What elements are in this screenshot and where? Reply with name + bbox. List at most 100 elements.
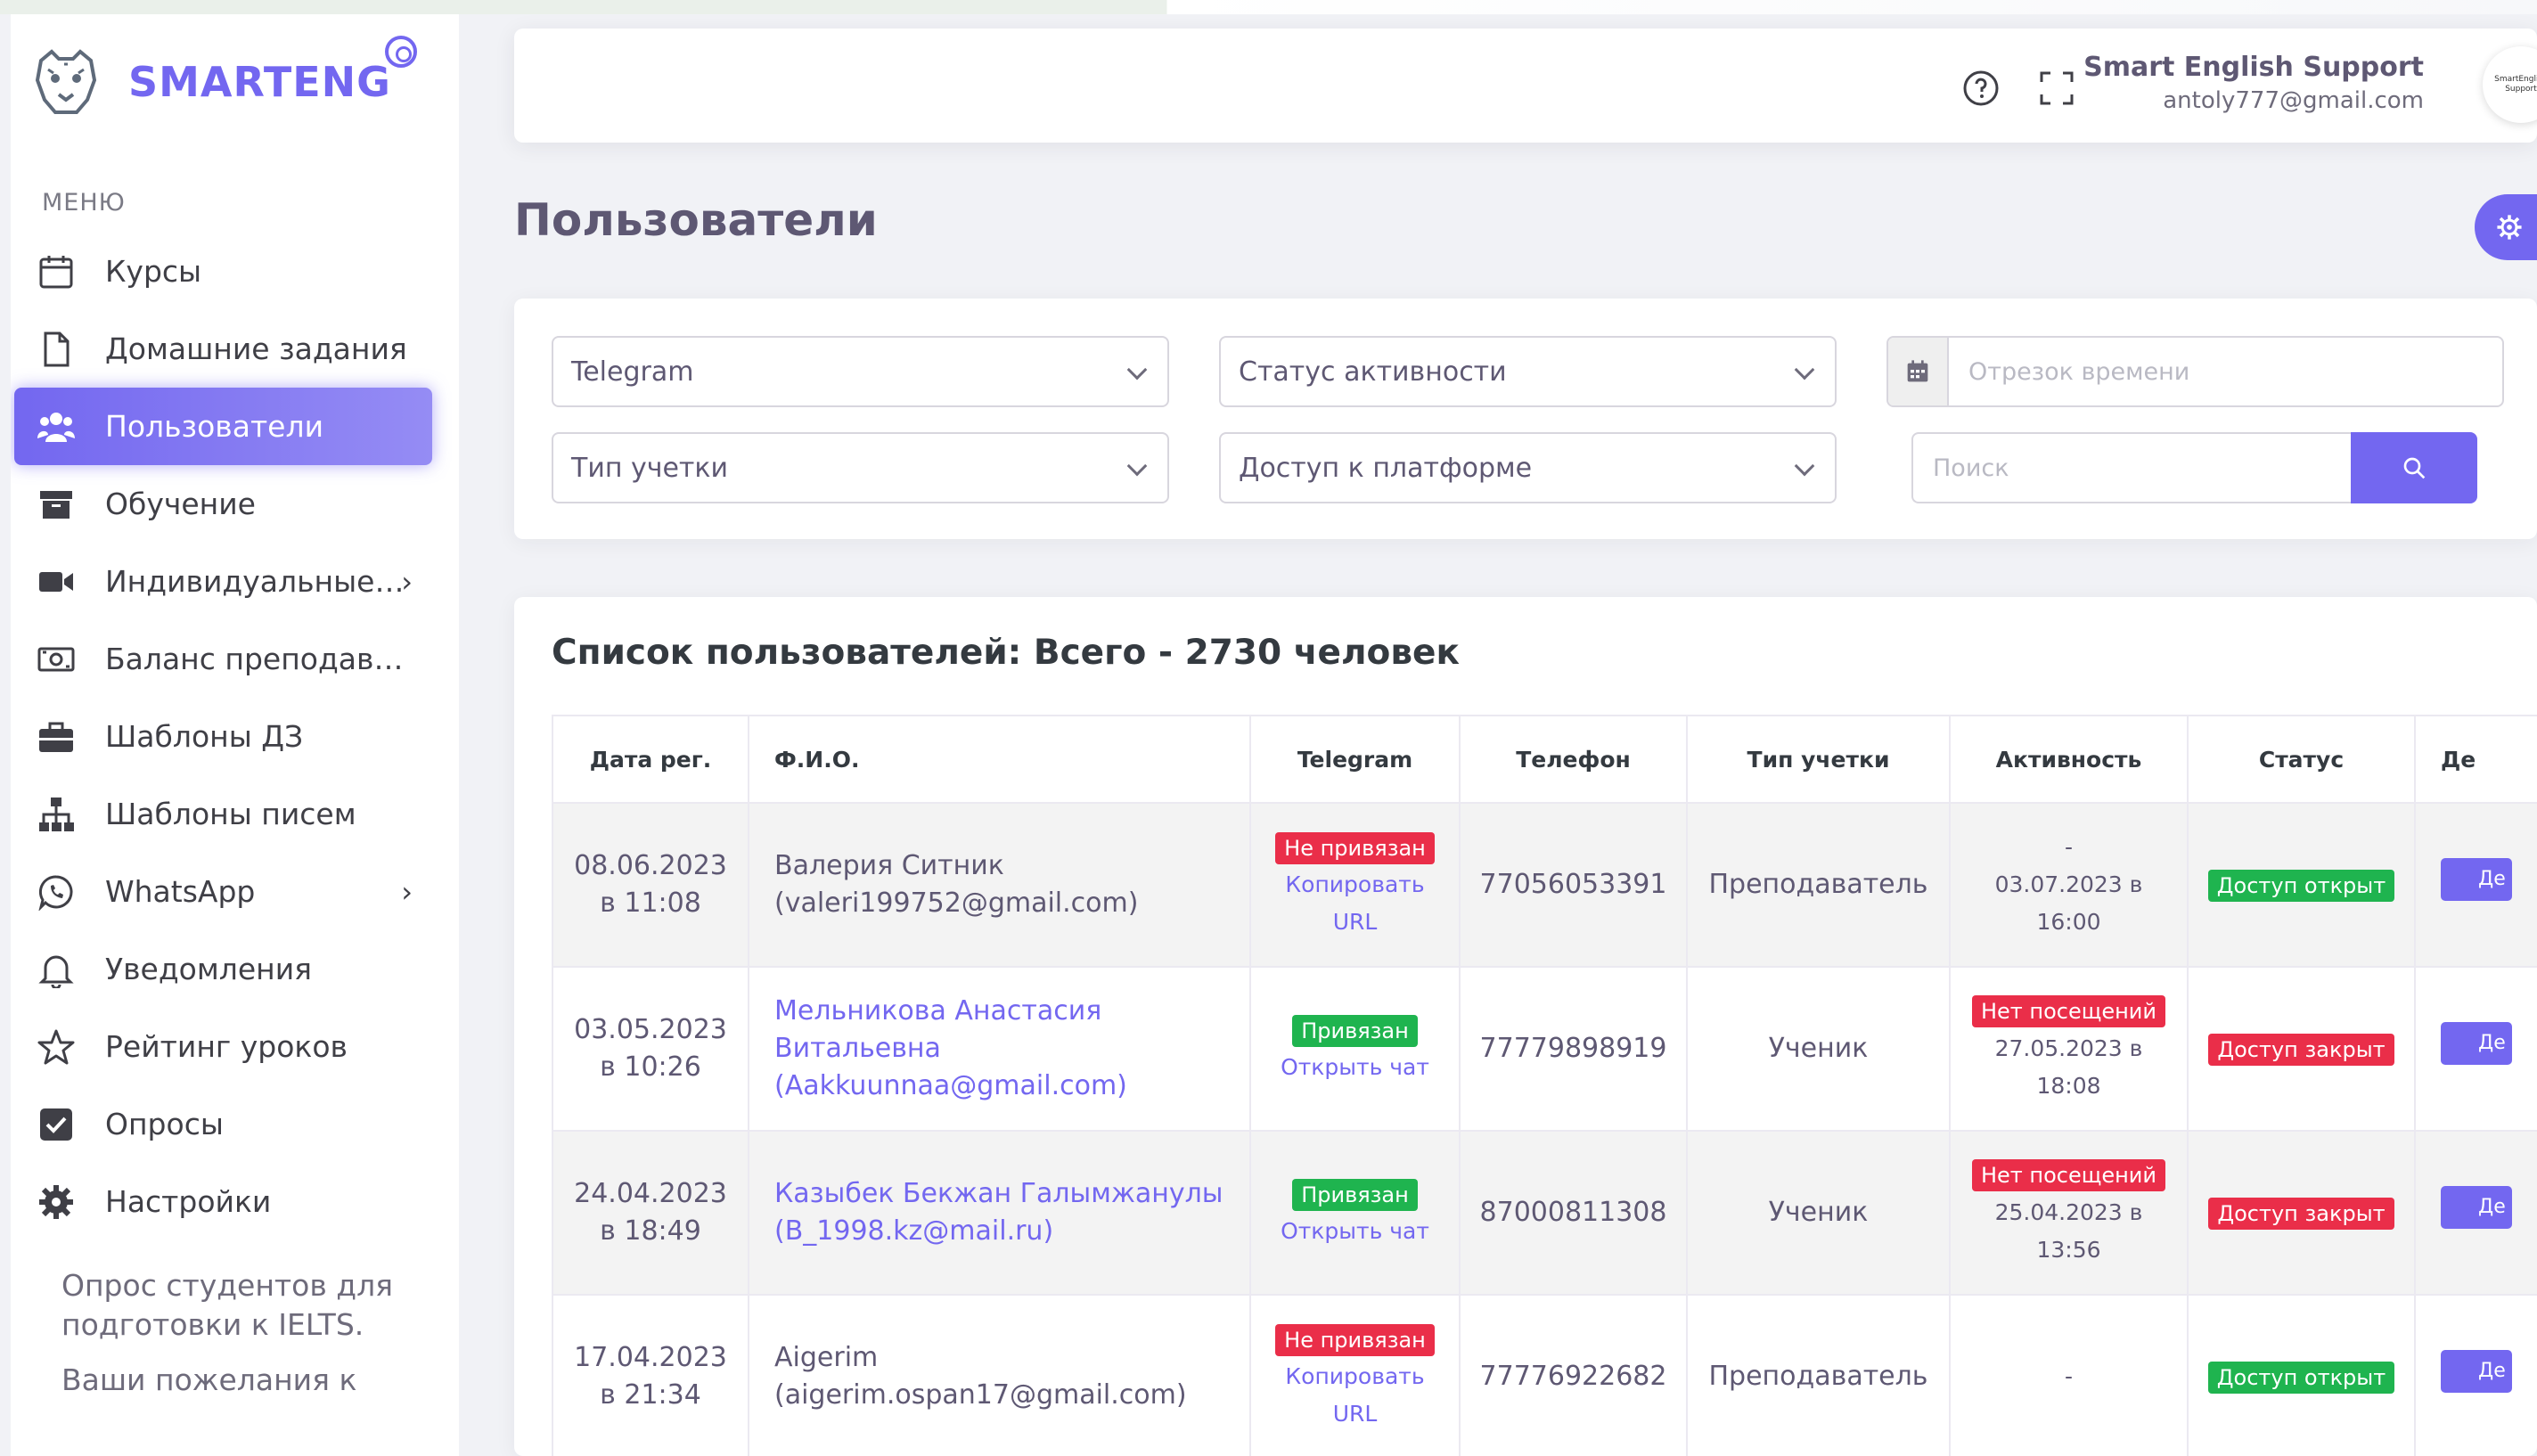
- sidebar-item-whatsapp[interactable]: WhatsApp ›: [11, 853, 459, 930]
- file-icon: [44, 331, 70, 366]
- select-value: Telegram: [571, 356, 694, 388]
- sidebar-item-homework[interactable]: Домашние задания: [11, 310, 459, 388]
- table-header-row: Дата рег. Ф.И.О. Telegram Телефон Тип уч…: [552, 715, 2537, 804]
- help-icon[interactable]: [1962, 70, 2000, 107]
- no-visits-badge: Нет посещений: [1971, 1159, 2165, 1191]
- user-fullname[interactable]: Мельникова Анастасия: [774, 993, 1249, 1030]
- sidebar-item-users[interactable]: Пользователи: [14, 388, 432, 465]
- sidebar-item-notifications[interactable]: Уведомления: [11, 930, 459, 1008]
- sidebar-toggle-icon[interactable]: [385, 36, 417, 68]
- reg-date: 24.04.2023: [574, 1178, 727, 1209]
- sidebar-item-label: Опросы: [105, 1107, 224, 1141]
- user-email[interactable]: (Aakkuunnaa@gmail.com): [774, 1067, 1249, 1105]
- users-icon: [37, 412, 75, 442]
- copy-url-link[interactable]: Копировать URL: [1251, 866, 1459, 941]
- sidebar: SMARTENG МЕНЮ Курсы Домашние задания Пол…: [11, 14, 459, 1456]
- user-fullname[interactable]: Казыбек Бекжан Галымжанулы: [774, 1175, 1249, 1213]
- telegram-cell: Привязан Открыть чат: [1249, 966, 1461, 1132]
- detail-button[interactable]: Де: [2441, 1022, 2512, 1065]
- activity-time: 18:08: [2036, 1073, 2101, 1099]
- copy-url-link[interactable]: Копировать URL: [1251, 1358, 1459, 1433]
- video-icon: [39, 571, 73, 592]
- link-line: URL: [1332, 1401, 1378, 1427]
- fullscreen-icon[interactable]: [2038, 70, 2075, 107]
- activity-cell: -: [1949, 1294, 2189, 1456]
- name-cell[interactable]: Мельникова Анастасия Витальевна (Aakkuunna…: [748, 966, 1251, 1132]
- sidebar-item-surveys[interactable]: Опросы: [11, 1085, 459, 1163]
- open-chat-link[interactable]: Открыть чат: [1251, 1049, 1459, 1086]
- customizer-button[interactable]: [2475, 194, 2537, 260]
- column-header-activity[interactable]: Активность: [1949, 715, 2189, 804]
- table-row: 08.06.2023 в 11:08 Валерия Ситник (valeri1…: [552, 802, 2537, 968]
- open-chat-link[interactable]: Открыть чат: [1251, 1213, 1459, 1250]
- page-title: Пользователи: [514, 194, 878, 246]
- column-header-status[interactable]: Статус: [2187, 715, 2416, 804]
- telegram-status-badge: Привязан: [1292, 1179, 1418, 1211]
- reg-time: в 18:49: [600, 1215, 701, 1247]
- sidebar-item-settings[interactable]: Настройки: [11, 1163, 459, 1240]
- reg-time: в 11:08: [600, 888, 701, 919]
- search-button[interactable]: [2351, 432, 2477, 503]
- link-line: URL: [1332, 909, 1378, 935]
- date-range-field[interactable]: Отрезок времени: [1886, 336, 2504, 407]
- users-list-title: Список пользователей: Всего - 2730 челов…: [552, 633, 1460, 673]
- sidebar-item-individual[interactable]: Индивидуальные ... ›: [11, 543, 459, 620]
- reg-date: 17.04.2023: [574, 1342, 727, 1373]
- table-row: 17.04.2023 в 21:34 Aigerim (aigerim.ospan1…: [552, 1294, 2537, 1456]
- link-line: Копировать: [1285, 1363, 1425, 1389]
- link-line: Копировать: [1285, 871, 1425, 897]
- chevron-right-icon: ›: [401, 874, 413, 909]
- activity-time: 16:00: [2036, 909, 2101, 935]
- sidebar-item-label: Курсы: [105, 254, 202, 289]
- sidebar-item-label: WhatsApp: [105, 874, 256, 909]
- detail-button[interactable]: Де: [2441, 858, 2512, 901]
- sitemap-icon: [39, 797, 74, 831]
- reg-date-cell: 03.05.2023 в 10:26: [552, 966, 749, 1132]
- detail-button[interactable]: Де: [2441, 1186, 2512, 1229]
- brand-logo[interactable]: SMARTENG: [29, 37, 438, 127]
- date-range-input[interactable]: Отрезок времени: [1949, 338, 2502, 405]
- column-header-account-type[interactable]: Тип учетки: [1686, 715, 1951, 804]
- star-icon: [37, 1029, 75, 1064]
- activity-status-select[interactable]: Статус активности: [1219, 336, 1837, 407]
- chevron-down-icon: [1794, 359, 1815, 380]
- name-cell[interactable]: Казыбек Бекжан Галымжанулы (B_1998.kz@mai…: [748, 1130, 1251, 1296]
- telegram-status-badge: Не привязан: [1275, 832, 1435, 864]
- detail-button[interactable]: Де: [2441, 1350, 2512, 1393]
- sidebar-item-courses[interactable]: Курсы: [11, 233, 459, 310]
- sidebar-item-hw-templates[interactable]: Шаблоны ДЗ: [11, 698, 459, 775]
- column-header-name[interactable]: Ф.И.О.: [748, 715, 1251, 804]
- status-badge: Доступ закрыт: [2208, 1034, 2394, 1066]
- phone-cell: 77779898919: [1459, 966, 1688, 1132]
- telegram-filter-select[interactable]: Telegram: [552, 336, 1169, 407]
- sidebar-item-teacher-balance[interactable]: Баланс преподава...: [11, 620, 459, 698]
- reg-date-cell: 17.04.2023 в 21:34: [552, 1294, 749, 1456]
- survey-link[interactable]: Опрос студентов для подготовки к IELTS.: [61, 1266, 436, 1345]
- account-type-select[interactable]: Тип учетки: [552, 432, 1169, 503]
- column-header-phone[interactable]: Телефон: [1459, 715, 1688, 804]
- phone-cell: 77776922682: [1459, 1294, 1688, 1456]
- user-email[interactable]: (B_1998.kz@mail.ru): [774, 1213, 1249, 1250]
- reg-time: в 21:34: [600, 1379, 701, 1411]
- reg-date: 03.05.2023: [574, 1014, 727, 1045]
- feedback-link[interactable]: Ваши пожелания к: [61, 1361, 436, 1400]
- search-input[interactable]: Поиск: [1911, 432, 2351, 503]
- activity-cell: Нет посещений 25.04.2023 в 13:56: [1949, 1130, 2189, 1296]
- account-type-cell: Ученик: [1686, 1130, 1951, 1296]
- user-fullname-cont[interactable]: Витальевна: [774, 1030, 1249, 1067]
- top-strip: [0, 0, 2537, 14]
- sidebar-item-lesson-rating[interactable]: Рейтинг уроков: [11, 1008, 459, 1085]
- column-header-reg-date[interactable]: Дата рег.: [552, 715, 749, 804]
- platform-access-select[interactable]: Доступ к платформе: [1219, 432, 1837, 503]
- user-email: (aigerim.ospan17@gmail.com): [774, 1379, 1187, 1411]
- chevron-down-icon: [1126, 455, 1148, 477]
- sidebar-item-training[interactable]: Обучение: [11, 465, 459, 543]
- column-header-telegram[interactable]: Telegram: [1249, 715, 1461, 804]
- sidebar-notes: Опрос студентов для подготовки к IELTS. …: [61, 1266, 436, 1416]
- calendar-icon: [1907, 360, 1928, 382]
- activity-date: 27.05.2023 в: [1994, 1035, 2143, 1061]
- status-badge: Доступ закрыт: [2208, 1198, 2394, 1230]
- avatar-text: SmartEnglish Support: [2494, 75, 2537, 94]
- sidebar-item-mail-templates[interactable]: Шаблоны писем: [11, 775, 459, 853]
- checkbox-icon: [40, 1108, 72, 1141]
